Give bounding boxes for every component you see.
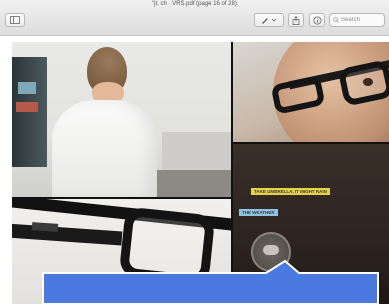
pencil-icon: [262, 18, 277, 24]
title-bar: “jt, ch · VRS.pdf (page 16 of 28): [0, 0, 389, 36]
search-field[interactable]: [329, 13, 385, 27]
share-button[interactable]: [288, 13, 304, 27]
annotate-button[interactable]: [254, 13, 284, 27]
search-icon: [333, 17, 339, 23]
search-input[interactable]: [341, 17, 381, 23]
pdf-page: TAKE UMBRELLA, IT MIGHT RAIN THE WEATHER: [12, 42, 389, 304]
info-button[interactable]: [309, 13, 325, 27]
sidebar-icon: [10, 16, 20, 24]
share-icon: [292, 15, 300, 25]
photo-glasses-frame: [12, 199, 231, 304]
sidebar-toggle-button[interactable]: [5, 13, 25, 27]
photo-man-in-kitchen: [12, 42, 231, 197]
info-icon: [313, 16, 321, 24]
weather-heading-label: THE WEATHER: [239, 209, 278, 216]
photo-weather-display: TAKE UMBRELLA, IT MIGHT RAIN THE WEATHER: [233, 144, 389, 304]
photo-smart-glasses-closeup: [233, 42, 389, 142]
window-title: “jt, ch · VRS.pdf (page 16 of 28): [152, 1, 237, 7]
weather-tip-label: TAKE UMBRELLA, IT MIGHT RAIN: [251, 188, 330, 195]
